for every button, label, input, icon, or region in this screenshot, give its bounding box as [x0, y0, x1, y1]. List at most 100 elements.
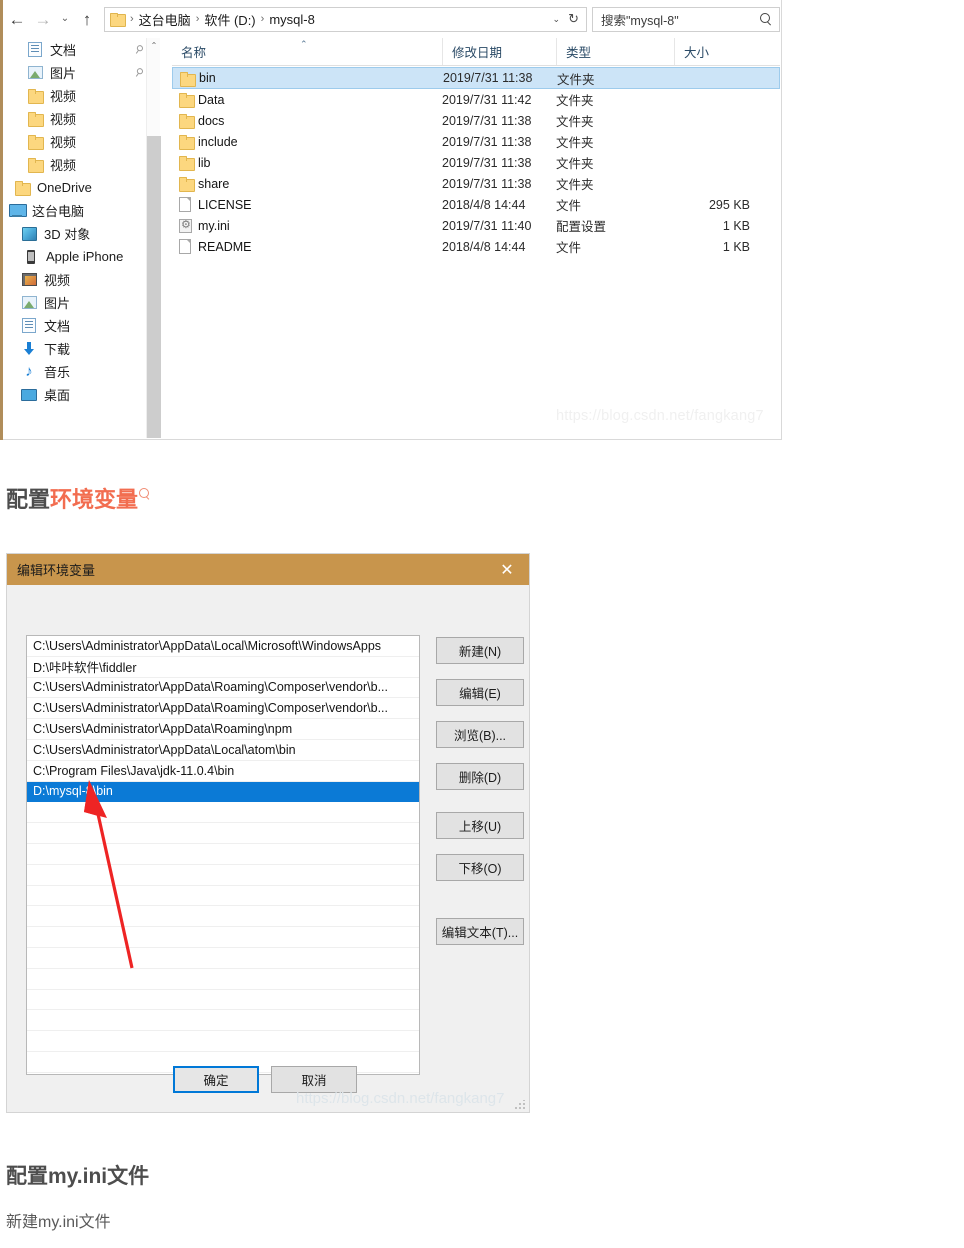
path-list-item-empty[interactable] [27, 886, 419, 907]
file-icon-wrap [179, 177, 198, 192]
path-list-item-empty[interactable] [27, 802, 419, 824]
path-list-item[interactable]: C:\Users\Administrator\AppData\Roaming\n… [27, 719, 419, 740]
path-list-item-empty[interactable] [27, 969, 419, 990]
breadcrumb-item-drive-d[interactable]: 软件 (D:) [201, 10, 258, 29]
search-box[interactable]: 搜索"mysql-8" [592, 6, 780, 32]
address-bar[interactable]: › 这台电脑 › 软件 (D:) › mysql-8 ⌄ ↻ [104, 6, 587, 32]
video-icon [21, 273, 37, 286]
move-up-button[interactable]: 上移(U) [436, 812, 524, 839]
sidebar-item[interactable]: 视频 [3, 268, 146, 291]
path-list-item-selected[interactable]: D:\mysql-8\bin [27, 781, 419, 803]
path-list[interactable]: C:\Users\Administrator\AppData\Local\Mic… [26, 635, 420, 1075]
address-dropdown-chevron-icon[interactable]: ⌄ [547, 14, 567, 25]
file-date-cell: 2019/7/31 11:38 [442, 134, 532, 149]
sidebar-item[interactable]: ♪ 音乐 [3, 360, 146, 383]
pin-icon-placeholder [133, 344, 144, 352]
table-row[interactable]: share 2019/7/31 11:38 文件夹 [172, 173, 780, 194]
sidebar-item[interactable]: OneDrive [3, 176, 146, 199]
file-icon-wrap [179, 93, 198, 108]
path-list-item-empty[interactable] [27, 1031, 419, 1052]
sidebar-item-icon-wrap [25, 64, 45, 82]
path-list-item-empty[interactable] [27, 1010, 419, 1032]
file-icon-wrap [179, 114, 198, 129]
table-row[interactable]: Data 2019/7/31 11:42 文件夹 [172, 89, 780, 110]
scrollbar-thumb[interactable] [147, 136, 161, 438]
table-row[interactable]: bin 2019/7/31 11:38 文件夹 [172, 67, 780, 89]
table-row[interactable]: lib 2019/7/31 11:38 文件夹 [172, 152, 780, 173]
resize-grip[interactable] [514, 1100, 525, 1111]
move-down-button[interactable]: 下移(O) [436, 854, 524, 881]
back-arrow-icon[interactable]: ← [4, 6, 30, 32]
file-type-cell: 文件 [556, 241, 582, 255]
sidebar-item[interactable]: 桌面 [3, 383, 146, 406]
delete-button[interactable]: 删除(D) [436, 763, 524, 790]
navigation-scrollbar[interactable]: ⌃ [146, 38, 161, 438]
path-list-item[interactable]: C:\Users\Administrator\AppData\Roaming\C… [27, 678, 419, 699]
sidebar-item[interactable]: 文档 [3, 314, 146, 337]
edit-text-button[interactable]: 编辑文本(T)... [436, 918, 524, 945]
path-list-item-empty[interactable] [27, 844, 419, 865]
path-list-item-empty[interactable] [27, 865, 419, 886]
table-row[interactable]: docs 2019/7/31 11:38 文件夹 [172, 110, 780, 131]
path-list-item-empty[interactable] [27, 990, 419, 1011]
table-row[interactable]: README 2018/4/8 14:44 文件 1 KB [172, 236, 780, 257]
dialog-footer-buttons: 确定 取消 [7, 1066, 529, 1093]
scroll-up-arrow-icon[interactable]: ⌃ [147, 38, 161, 53]
sidebar-item[interactable]: 图片 ⚲ [3, 61, 146, 84]
path-list-item-empty[interactable] [27, 906, 419, 928]
recent-locations-chevron-down-icon[interactable]: ⌄ [56, 6, 74, 32]
folder-icon [27, 112, 44, 127]
sidebar-item[interactable]: 下载 [3, 337, 146, 360]
new-button[interactable]: 新建(N) [436, 637, 524, 664]
column-header-type[interactable]: 类型 [556, 38, 674, 65]
refresh-icon[interactable]: ↻ [566, 11, 584, 27]
pin-icon-placeholder [133, 137, 144, 145]
path-list-item-empty[interactable] [27, 927, 419, 948]
path-list-item[interactable]: C:\Program Files\Java\jdk-11.0.4\bin [27, 761, 419, 782]
browse-button[interactable]: 浏览(B)... [436, 721, 524, 748]
table-row[interactable]: include 2019/7/31 11:38 文件夹 [172, 131, 780, 152]
sidebar-item[interactable]: 视频 [3, 153, 146, 176]
sidebar-item[interactable]: 3D 对象 [3, 222, 146, 245]
column-header-size[interactable]: 大小 [674, 38, 766, 65]
sidebar-item[interactable]: 图片 [3, 291, 146, 314]
edit-button[interactable]: 编辑(E) [436, 679, 524, 706]
pin-icon-placeholder [133, 298, 144, 306]
path-list-item[interactable]: C:\Users\Administrator\AppData\Roaming\C… [27, 698, 419, 720]
file-date-cell: 2019/7/31 11:38 [442, 155, 532, 170]
path-list-item-empty[interactable] [27, 823, 419, 844]
sidebar-item[interactable]: 这台电脑 [3, 199, 146, 222]
forward-arrow-icon[interactable]: → [30, 6, 56, 32]
up-arrow-icon[interactable]: ↑ [74, 6, 100, 32]
sidebar-item[interactable]: Apple iPhone [3, 245, 146, 268]
path-list-item[interactable]: C:\Users\Administrator\AppData\Local\ato… [27, 740, 419, 761]
file-name-cell: include [172, 135, 442, 150]
file-list: bin 2019/7/31 11:38 文件夹 Data 2019/7/31 11:42… [172, 67, 780, 257]
ok-button[interactable]: 确定 [173, 1066, 259, 1093]
folder-icon [27, 135, 44, 150]
sidebar-item[interactable]: 视频 [3, 84, 146, 107]
sidebar-item[interactable]: 视频 [3, 130, 146, 153]
close-icon[interactable]: ✕ [485, 554, 529, 585]
breadcrumb-item-mysql-8[interactable]: mysql-8 [266, 12, 318, 27]
pin-icon-placeholder [133, 367, 144, 375]
sidebar-item[interactable]: 视频 [3, 107, 146, 130]
path-list-item-empty[interactable] [27, 948, 419, 969]
path-list-item[interactable]: D:\咔咔软件\fiddler [27, 657, 419, 678]
folder-icon [110, 13, 126, 27]
search-icon [760, 12, 773, 26]
folder-icon [179, 135, 195, 150]
file-icon-wrap [179, 135, 198, 150]
pin-icon[interactable]: ⚲ [130, 63, 146, 82]
pin-icon[interactable]: ⚲ [130, 40, 146, 59]
path-list-item[interactable]: C:\Users\Administrator\AppData\Local\Mic… [27, 636, 419, 657]
breadcrumb-item-this-pc[interactable]: 这台电脑 [136, 10, 194, 29]
cancel-button[interactable]: 取消 [271, 1066, 357, 1093]
sidebar-item[interactable]: 文档 ⚲ [3, 38, 146, 61]
search-input[interactable]: 搜索"mysql-8" [601, 10, 760, 29]
column-header-date[interactable]: 修改日期 [442, 38, 556, 65]
file-name-label: bin [199, 71, 216, 85]
table-row[interactable]: LICENSE 2018/4/8 14:44 文件 295 KB [172, 194, 780, 215]
table-row[interactable]: my.ini 2019/7/31 11:40 配置设置 1 KB [172, 215, 780, 236]
column-header-name[interactable]: 名称 ⌃ [172, 38, 442, 65]
